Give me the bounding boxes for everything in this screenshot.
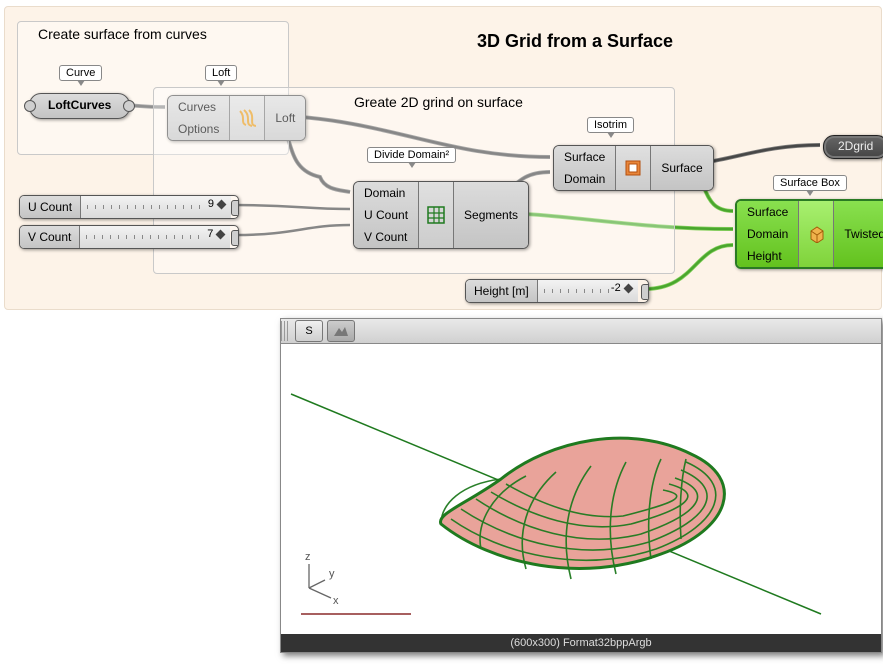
slider-grip-icon[interactable] bbox=[231, 230, 239, 246]
tag-surface-box: Surface Box bbox=[773, 175, 847, 191]
sbox-out[interactable]: Twisted Box bbox=[834, 201, 883, 267]
box-icon bbox=[807, 225, 825, 243]
grab-handle-icon[interactable] bbox=[281, 321, 289, 341]
tag-curve-label: Curve bbox=[66, 67, 95, 79]
slider-v-label: V Count bbox=[20, 226, 80, 248]
tag-surface-box-label: Surface Box bbox=[780, 177, 840, 189]
isotrim-icon bbox=[624, 159, 642, 177]
slider-height[interactable]: Height [m] -2 bbox=[465, 279, 649, 303]
viewer-btn-s[interactable]: S bbox=[295, 320, 323, 342]
grid-icon bbox=[427, 206, 445, 224]
isotrim-in-surface[interactable]: Surface bbox=[554, 146, 615, 168]
grasshopper-canvas[interactable]: 3D Grid from a Surface bbox=[0, 0, 883, 664]
slider-v-value: 7 bbox=[207, 228, 213, 240]
tag-divide-domain-label: Divide Domain² bbox=[374, 149, 449, 161]
tag-isotrim: Isotrim bbox=[587, 117, 634, 133]
tag-isotrim-label: Isotrim bbox=[594, 119, 627, 131]
slider-u-label: U Count bbox=[20, 196, 81, 218]
svg-text:x: x bbox=[333, 595, 339, 607]
slider-h-label: Height [m] bbox=[466, 280, 538, 302]
surface-box-component[interactable]: Surface Domain Height Twisted Box bbox=[735, 199, 883, 269]
isotrim-out[interactable]: Surface bbox=[651, 146, 712, 190]
divdom-out[interactable]: Segments bbox=[454, 182, 528, 248]
sbox-in-domain[interactable]: Domain bbox=[737, 223, 798, 245]
group-a-title: Create surface from curves bbox=[38, 26, 207, 42]
tag-loft: Loft bbox=[205, 65, 237, 81]
slider-u-count[interactable]: U Count 9 bbox=[19, 195, 239, 219]
divdom-in-u[interactable]: U Count bbox=[354, 204, 418, 226]
slider-u-value: 9 bbox=[208, 198, 214, 210]
divide-domain-component[interactable]: Domain U Count V Count Segments bbox=[353, 181, 529, 249]
divdom-in-domain[interactable]: Domain bbox=[354, 182, 418, 204]
tag-divide-domain: Divide Domain² bbox=[367, 147, 456, 163]
isotrim-component[interactable]: Surface Domain Surface bbox=[553, 145, 714, 191]
preview-viewer: S z y x bbox=[280, 318, 882, 653]
title-main: 3D Grid from a Surface bbox=[477, 31, 673, 52]
slider-grip-icon[interactable] bbox=[641, 284, 649, 300]
param-2dgrid-label: 2Dgrid bbox=[838, 139, 873, 153]
group-b-title: Greate 2D grind on surface bbox=[354, 94, 523, 110]
viewport-3d[interactable]: z y x bbox=[281, 344, 881, 634]
param-loftcurves[interactable]: LoftCurves bbox=[29, 93, 130, 119]
surface-preview: z y x bbox=[281, 344, 881, 634]
sbox-in-height[interactable]: Height bbox=[737, 245, 798, 267]
param-loftcurves-label: LoftCurves bbox=[48, 98, 111, 112]
isotrim-in-domain[interactable]: Domain bbox=[554, 168, 615, 190]
slider-h-value: -2 bbox=[611, 282, 621, 294]
svg-text:y: y bbox=[329, 568, 335, 580]
sbox-in-surface[interactable]: Surface bbox=[737, 201, 798, 223]
group-outer: 3D Grid from a Surface bbox=[4, 6, 882, 310]
tag-loft-label: Loft bbox=[212, 67, 230, 79]
mountain-icon bbox=[333, 325, 349, 337]
svg-text:z: z bbox=[305, 551, 311, 563]
slider-grip-icon[interactable] bbox=[231, 200, 239, 216]
slider-v-count[interactable]: V Count 7 bbox=[19, 225, 239, 249]
viewer-status: (600x300) Format32bppArgb bbox=[281, 634, 881, 652]
divdom-in-v[interactable]: V Count bbox=[354, 226, 418, 248]
viewer-btn-mountain[interactable] bbox=[327, 320, 355, 342]
tag-curve: Curve bbox=[59, 65, 102, 81]
viewer-toolbar: S bbox=[281, 319, 881, 344]
param-2dgrid[interactable]: 2Dgrid bbox=[823, 135, 883, 159]
